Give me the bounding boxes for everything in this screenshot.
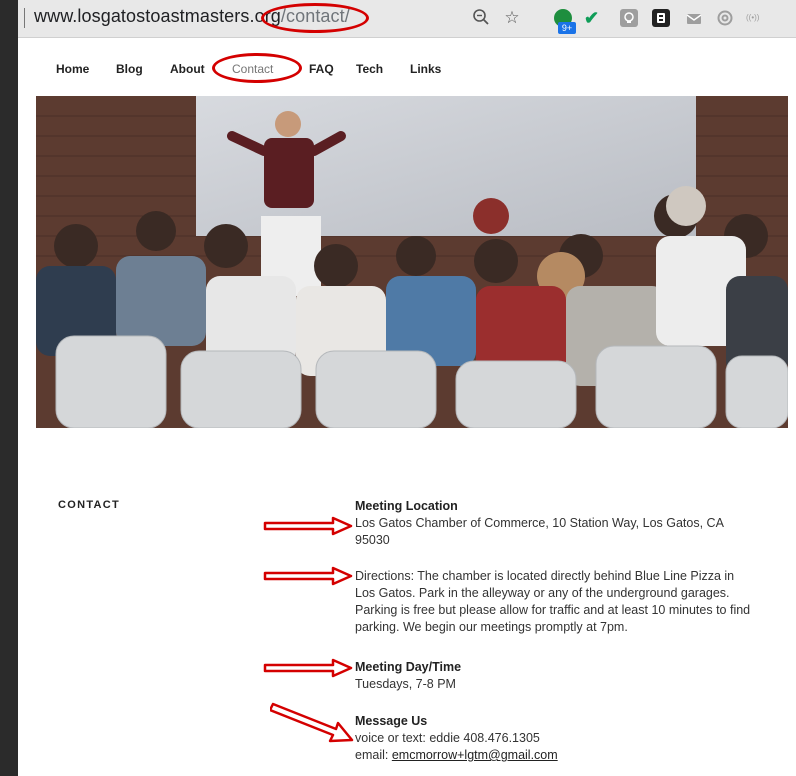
meeting-time-heading: Meeting Day/Time <box>355 660 462 674</box>
meeting-location-block: Meeting Location Los Gatos Chamber of Co… <box>355 498 755 549</box>
annotation-arrow-location <box>263 516 353 536</box>
email-link[interactable]: emcmorrow+lgtm@gmail.com <box>392 748 558 762</box>
email-prefix: email: <box>355 748 392 762</box>
site-navigation: Home Blog About Contact FAQ Tech Links <box>18 38 796 96</box>
message-block: Message Us voice or text: eddie 408.476.… <box>355 713 755 764</box>
annotation-arrow-message <box>270 702 354 743</box>
nav-links[interactable]: Links <box>410 62 441 76</box>
zoom-icon[interactable] <box>471 8 491 28</box>
meeting-location-text: Los Gatos Chamber of Commerce, 10 Statio… <box>355 516 724 547</box>
web-page: Home Blog About Contact FAQ Tech Links C… <box>18 38 796 776</box>
mail-extension-icon[interactable] <box>685 9 703 27</box>
nav-about[interactable]: About <box>170 62 205 76</box>
swirl-extension-icon[interactable] <box>716 9 734 27</box>
annotation-circle-contact <box>212 53 302 83</box>
message-email-line: email: emcmorrow+lgtm@gmail.com <box>355 747 755 764</box>
url-domain: www.losgatostoastmasters.org <box>34 6 281 26</box>
check-extension-icon[interactable]: ✔ <box>584 9 602 27</box>
annotation-arrow-time <box>263 658 353 678</box>
star-icon[interactable]: ☆ <box>502 8 522 28</box>
meeting-time-block: Meeting Day/Time Tuesdays, 7-8 PM <box>355 659 755 693</box>
nav-faq[interactable]: FAQ <box>309 62 334 76</box>
directions-block: Directions: The chamber is located direc… <box>355 568 755 636</box>
message-heading: Message Us <box>355 714 428 728</box>
nav-home[interactable]: Home <box>56 62 89 76</box>
annotation-circle-url <box>261 3 369 33</box>
b-extension-icon[interactable] <box>652 9 670 27</box>
extension-badge: 9+ <box>558 22 576 34</box>
message-phone: voice or text: eddie 408.476.1305 <box>355 731 540 745</box>
directions-text: Directions: The chamber is located direc… <box>355 569 751 634</box>
window-frame <box>0 0 18 776</box>
meeting-location-heading: Meeting Location <box>355 499 458 513</box>
meeting-time-text: Tuesdays, 7-8 PM <box>355 677 456 691</box>
address-bar-divider <box>24 8 25 28</box>
more-extensions-icon[interactable]: ((•)) <box>746 9 776 27</box>
nav-tech[interactable]: Tech <box>356 62 383 76</box>
section-title: CONTACT <box>58 499 121 511</box>
annotation-arrow-directions <box>263 566 353 586</box>
bulb-extension-icon[interactable] <box>620 9 638 27</box>
hero-image <box>36 96 788 428</box>
browser-toolbar: www.losgatostoastmasters.org/contact/ ☆ … <box>18 0 796 38</box>
nav-blog[interactable]: Blog <box>116 62 143 76</box>
